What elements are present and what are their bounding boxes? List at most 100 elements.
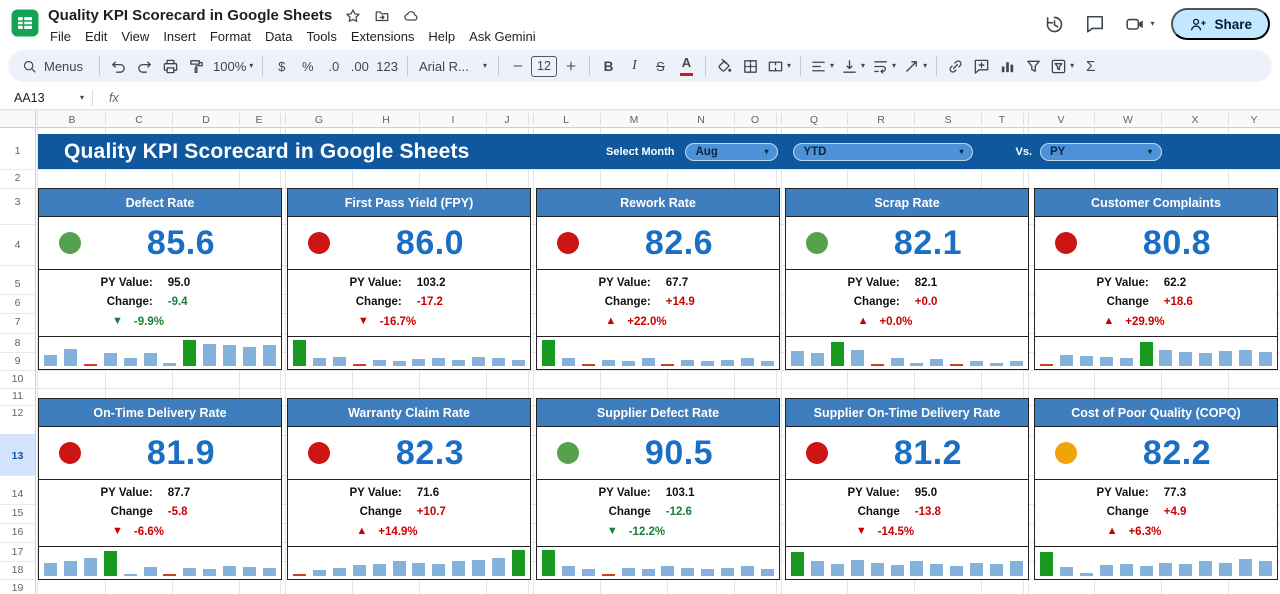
column-header-I[interactable]: I	[452, 114, 455, 126]
vertical-align-button[interactable]: ▾	[838, 53, 868, 79]
select-all-corner[interactable]	[0, 111, 36, 127]
move-folder-icon[interactable]	[374, 8, 390, 24]
menus-search-button[interactable]: Menus	[16, 53, 93, 79]
paint-format-button[interactable]	[184, 53, 209, 79]
formula-input[interactable]	[135, 86, 1280, 109]
column-header-V[interactable]: V	[1057, 114, 1064, 126]
filter-views-button[interactable]: ▾	[1047, 53, 1077, 79]
kpi-card-5[interactable]: On-Time Delivery Rate 81.9 PY Value: 87.…	[38, 398, 282, 580]
zoom-select[interactable]: 100% ▾	[210, 53, 256, 79]
print-button[interactable]	[158, 53, 183, 79]
cloud-save-status-icon[interactable]	[403, 8, 419, 24]
font-size-input[interactable]: 12	[531, 56, 557, 77]
menu-ask-gemini[interactable]: Ask Gemini	[467, 28, 537, 45]
column-header-B[interactable]: B	[68, 114, 75, 126]
bold-button[interactable]: B	[596, 53, 621, 79]
kpi-card-2[interactable]: Rework Rate 82.6 PY Value: 67.7 Change: …	[536, 188, 780, 370]
insert-chart-button[interactable]	[995, 53, 1020, 79]
kpi-card-8[interactable]: Supplier On-Time Delivery Rate 81.2 PY V…	[785, 398, 1029, 580]
row-header-18[interactable]: 18	[0, 564, 35, 576]
row-header-4[interactable]: 4	[0, 239, 35, 251]
column-header-O[interactable]: O	[751, 114, 759, 126]
column-header-R[interactable]: R	[877, 114, 885, 126]
column-header-S[interactable]: S	[944, 114, 951, 126]
format-percent-button[interactable]: %	[295, 53, 320, 79]
kpi-card-7[interactable]: Supplier Defect Rate 90.5 PY Value: 103.…	[536, 398, 780, 580]
menu-data[interactable]: Data	[263, 28, 294, 45]
decrease-decimal-button[interactable]: .0	[321, 53, 346, 79]
row-header-3[interactable]: 3	[0, 196, 35, 208]
menu-insert[interactable]: Insert	[161, 28, 198, 45]
undo-button[interactable]	[106, 53, 131, 79]
row-header-17[interactable]: 17	[0, 546, 35, 558]
increase-font-size-button[interactable]	[558, 53, 583, 79]
menu-edit[interactable]: Edit	[83, 28, 109, 45]
compare-dropdown[interactable]: PY ▾	[1040, 143, 1162, 161]
kpi-card-3[interactable]: Scrap Rate 82.1 PY Value: 82.1 Change: +…	[785, 188, 1029, 370]
comments-icon[interactable]	[1083, 12, 1107, 36]
share-button[interactable]: Share	[1171, 8, 1270, 40]
redo-button[interactable]	[132, 53, 157, 79]
menu-format[interactable]: Format	[208, 28, 253, 45]
text-wrap-button[interactable]: ▾	[869, 53, 899, 79]
decrease-font-size-button[interactable]	[505, 53, 530, 79]
row-header-5[interactable]: 5	[0, 278, 35, 290]
strikethrough-button[interactable]: S	[648, 53, 673, 79]
version-history-icon[interactable]	[1042, 12, 1066, 36]
column-header-C[interactable]: C	[135, 114, 143, 126]
kpi-card-4[interactable]: Customer Complaints 80.8 PY Value: 62.2 …	[1034, 188, 1278, 370]
menu-help[interactable]: Help	[426, 28, 457, 45]
row-header-16[interactable]: 16	[0, 526, 35, 538]
row-header-15[interactable]: 15	[0, 507, 35, 519]
column-header-G[interactable]: G	[315, 114, 323, 126]
column-header-N[interactable]: N	[697, 114, 705, 126]
spreadsheet-grid[interactable]: Quality KPI Scorecard in Google Sheets S…	[0, 128, 1280, 594]
merge-cells-button[interactable]: ▾	[764, 53, 794, 79]
format-currency-button[interactable]: $	[269, 53, 294, 79]
row-header-9[interactable]: 9	[0, 355, 35, 367]
row-header-13[interactable]: 13	[0, 450, 35, 462]
name-box[interactable]: AA13 ▾	[8, 91, 92, 105]
italic-button[interactable]: I	[622, 53, 647, 79]
star-icon[interactable]	[345, 8, 361, 24]
column-header-D[interactable]: D	[202, 114, 210, 126]
horizontal-align-button[interactable]: ▾	[807, 53, 837, 79]
column-header-J[interactable]: J	[504, 114, 509, 126]
text-rotation-button[interactable]: ▾	[900, 53, 930, 79]
text-color-button[interactable]: A	[674, 53, 699, 79]
menu-view[interactable]: View	[119, 28, 151, 45]
menu-file[interactable]: File	[48, 28, 73, 45]
column-header-T[interactable]: T	[999, 114, 1005, 126]
period-dropdown[interactable]: YTD ▾	[793, 143, 973, 161]
document-title[interactable]: Quality KPI Scorecard in Google Sheets	[48, 7, 332, 24]
kpi-card-0[interactable]: Defect Rate 85.6 PY Value: 95.0 Change: …	[38, 188, 282, 370]
row-header-12[interactable]: 12	[0, 407, 35, 419]
borders-button[interactable]	[738, 53, 763, 79]
month-dropdown[interactable]: Aug ▾	[685, 143, 778, 161]
row-header-8[interactable]: 8	[0, 337, 35, 349]
column-header-L[interactable]: L	[563, 114, 569, 126]
fill-color-button[interactable]	[712, 53, 737, 79]
column-header-W[interactable]: W	[1123, 114, 1133, 126]
insert-comment-button[interactable]	[969, 53, 994, 79]
increase-decimal-button[interactable]: .00	[347, 53, 372, 79]
insert-link-button[interactable]	[943, 53, 968, 79]
row-header-6[interactable]: 6	[0, 297, 35, 309]
more-formats-button[interactable]: 123	[373, 53, 401, 79]
row-header-14[interactable]: 14	[0, 488, 35, 500]
column-header-M[interactable]: M	[630, 114, 639, 126]
create-filter-button[interactable]	[1021, 53, 1046, 79]
row-header-1[interactable]: 1	[0, 145, 35, 157]
column-header-H[interactable]: H	[382, 114, 390, 126]
kpi-card-6[interactable]: Warranty Claim Rate 82.3 PY Value: 71.6 …	[287, 398, 531, 580]
font-select[interactable]: Arial R... ▾	[414, 53, 492, 79]
row-header-19[interactable]: 19	[0, 582, 35, 594]
row-header-2[interactable]: 2	[0, 172, 35, 184]
column-header-Q[interactable]: Q	[810, 114, 818, 126]
menu-extensions[interactable]: Extensions	[349, 28, 417, 45]
sheets-logo-icon[interactable]	[10, 8, 40, 38]
row-header-7[interactable]: 7	[0, 316, 35, 328]
column-header-E[interactable]: E	[255, 114, 262, 126]
row-header-11[interactable]: 11	[0, 390, 35, 402]
meet-join-control[interactable]: ▾	[1124, 14, 1154, 34]
